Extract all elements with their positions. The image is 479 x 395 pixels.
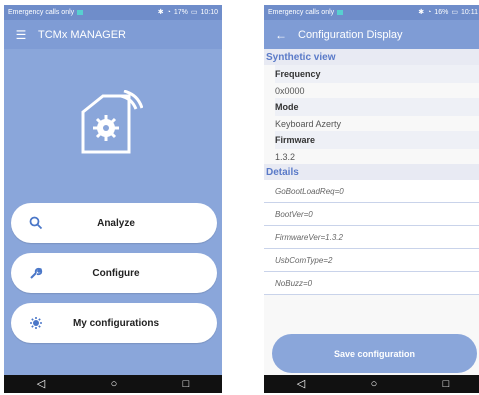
frequency-value: 0x0000 <box>275 85 305 96</box>
analyze-label: Analyze <box>97 217 135 229</box>
details-row: FirmwareVer=1.3.2 <box>264 226 479 249</box>
back-icon[interactable]: ◁ <box>297 378 305 390</box>
signal-icon <box>77 10 84 15</box>
recent-apps-icon[interactable]: □ <box>443 378 450 390</box>
mode-label: Mode <box>275 98 479 116</box>
home-icon[interactable]: ○ <box>111 378 118 390</box>
details-row: BootVer=0 <box>264 203 479 226</box>
status-time: 10:10 <box>200 9 218 16</box>
right-phone-screen: Emergency calls only ✱ ◔ 16% ▭ 10:11 ← C… <box>264 5 479 393</box>
left-phone-screen: Emergency calls only ✱ ◔ 17% ▭ 10:10 ☰ T… <box>4 5 222 393</box>
recent-apps-icon[interactable]: □ <box>183 378 190 390</box>
frequency-block: Frequency 0x0000 <box>264 65 479 98</box>
right-app-bar: ← Configuration Display <box>264 20 479 49</box>
mode-block: Mode Keyboard Azerty <box>264 98 479 131</box>
app-title: TCMx MANAGER <box>38 28 126 41</box>
right-system-navbar: ◁ ○ □ <box>264 375 479 393</box>
mode-value: Keyboard Azerty <box>275 118 342 129</box>
right-status-bar: Emergency calls only ✱ ◔ 16% ▭ 10:11 <box>264 5 479 20</box>
firmware-label: Firmware <box>275 131 479 149</box>
firmware-block: Firmware 1.3.2 <box>264 131 479 164</box>
left-app-bar: ☰ TCMx MANAGER <box>4 20 222 49</box>
home-icon[interactable]: ○ <box>371 378 378 390</box>
right-main-content: Synthetic view Frequency 0x0000 Mode Key… <box>264 49 479 375</box>
frequency-label: Frequency <box>275 65 479 83</box>
my-configurations-label: My configurations <box>72 317 160 329</box>
wifi-icon: ◔ <box>427 9 432 16</box>
details-row: UsbComType=2 <box>264 249 479 272</box>
configure-button[interactable]: Configure <box>11 253 217 293</box>
my-configurations-button[interactable]: My configurations <box>11 303 217 343</box>
analyze-button[interactable]: Analyze <box>11 203 217 243</box>
wifi-icon: ◔ <box>166 9 171 16</box>
battery-icon: ▭ <box>190 9 198 16</box>
emergency-text: Emergency calls only <box>8 9 75 16</box>
signal-icon <box>337 10 344 15</box>
left-status-bar: Emergency calls only ✱ ◔ 17% ▭ 10:10 <box>4 5 222 20</box>
details-header: Details <box>264 164 479 180</box>
device-logo <box>75 89 144 160</box>
left-system-navbar: ◁ ○ □ <box>4 375 222 393</box>
status-time: 10:11 <box>461 9 478 16</box>
menu-icon[interactable]: ☰ <box>12 28 30 42</box>
details-row: GoBootLoadReq=0 <box>264 180 479 203</box>
device-logo-icon <box>81 89 144 154</box>
bluetooth-icon: ✱ <box>418 9 425 16</box>
synthetic-view-header: Synthetic view <box>264 49 479 65</box>
save-configuration-button[interactable]: Save configuration <box>272 334 477 373</box>
battery-percent: 16% <box>434 9 449 16</box>
battery-icon: ▭ <box>451 9 458 16</box>
battery-percent: 17% <box>173 9 188 16</box>
gear-icon <box>27 314 45 332</box>
configure-label: Configure <box>92 267 140 279</box>
firmware-value: 1.3.2 <box>275 151 296 162</box>
wrench-icon <box>27 264 45 282</box>
app-title: Configuration Display <box>298 28 403 41</box>
search-icon <box>27 214 45 232</box>
back-arrow-icon[interactable]: ← <box>272 28 290 42</box>
emergency-text: Emergency calls only <box>268 9 335 16</box>
details-row: NoBuzz=0 <box>264 272 479 295</box>
back-icon[interactable]: ◁ <box>37 378 45 390</box>
bluetooth-icon: ✱ <box>157 9 164 16</box>
left-main-content: Analyze Configure My configurations <box>4 49 222 375</box>
